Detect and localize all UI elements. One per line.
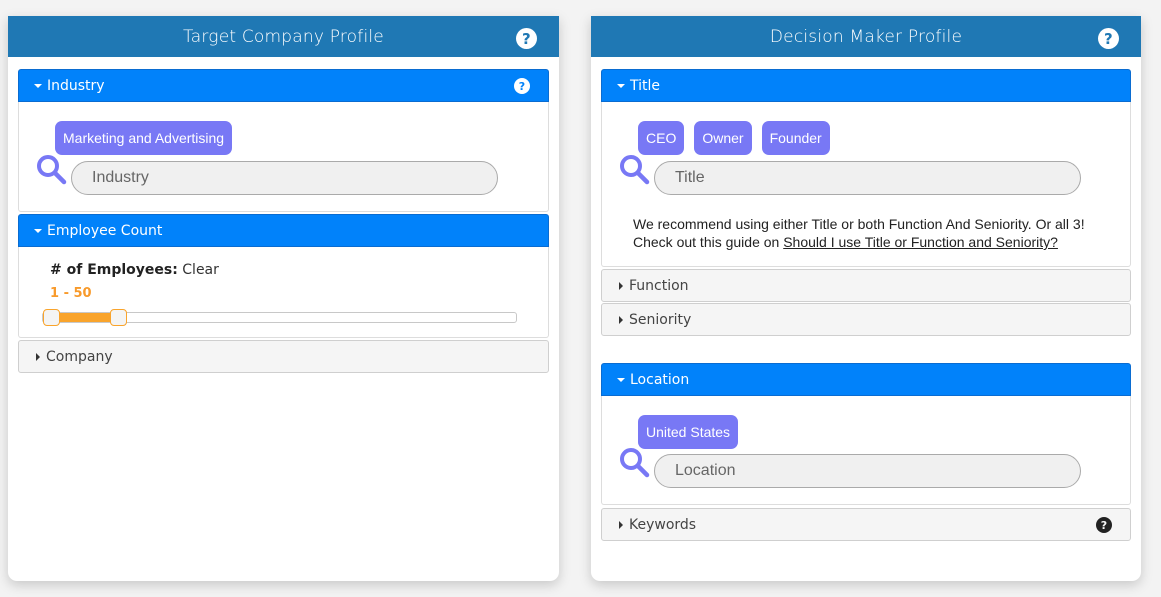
section-label: Company xyxy=(46,348,113,365)
industry-chips: Marketing and Advertising xyxy=(55,121,233,155)
section-label: Keywords xyxy=(629,516,697,533)
title-section-toggle[interactable]: Title xyxy=(601,69,1131,102)
caret-down-icon xyxy=(617,377,625,382)
caret-right-icon xyxy=(619,315,623,324)
hint-line: Check out this guide on Should I use Tit… xyxy=(633,233,1085,251)
section-label: Function xyxy=(629,277,689,294)
company-section-toggle[interactable]: Company xyxy=(18,340,549,373)
caret-right-icon xyxy=(619,520,623,529)
target-company-profile-card: Target Company Profile ? Industry ? Mark… xyxy=(8,16,559,581)
section-label: Employee Count xyxy=(47,222,163,239)
question-circle-icon[interactable]: ? xyxy=(516,28,537,49)
employee-count-section: Employee Count # of Employees: Clear 1 -… xyxy=(18,214,549,338)
keywords-section: Keywords ? xyxy=(601,508,1131,541)
section-label: Industry xyxy=(47,77,105,94)
slider-fill xyxy=(51,313,118,322)
caret-down-icon xyxy=(34,228,42,233)
employee-range-slider[interactable] xyxy=(42,309,517,326)
function-section-toggle[interactable]: Function xyxy=(601,269,1131,302)
question-circle-icon[interactable]: ? xyxy=(514,78,530,94)
location-chips: United States xyxy=(638,415,739,449)
card-header: Decision Maker Profile ? xyxy=(591,16,1141,57)
decision-maker-profile-card: Decision Maker Profile ? Title CEO Owner… xyxy=(591,16,1141,581)
title-section-body: CEO Owner Founder We recommend using eit… xyxy=(601,102,1131,267)
employee-count-label: # of Employees: Clear xyxy=(50,262,219,278)
section-label: Seniority xyxy=(629,311,692,328)
card-title: Target Company Profile xyxy=(183,26,384,47)
question-circle-icon[interactable]: ? xyxy=(1096,517,1112,533)
employee-count-section-body: # of Employees: Clear 1 - 50 xyxy=(18,247,549,338)
employee-count-section-toggle[interactable]: Employee Count xyxy=(18,214,549,247)
industry-search-input[interactable] xyxy=(71,161,498,195)
caret-right-icon xyxy=(619,281,623,290)
seniority-section: Seniority xyxy=(601,303,1131,336)
title-chip[interactable]: CEO xyxy=(638,121,685,155)
caret-down-icon xyxy=(617,83,625,88)
industry-chip[interactable]: Marketing and Advertising xyxy=(55,121,233,155)
location-section-body: United States xyxy=(601,396,1131,505)
card-title: Decision Maker Profile xyxy=(769,26,963,47)
card-header: Target Company Profile ? xyxy=(8,16,559,57)
caret-right-icon xyxy=(36,352,40,361)
industry-section-toggle[interactable]: Industry ? xyxy=(18,69,549,102)
seniority-section-toggle[interactable]: Seniority xyxy=(601,303,1131,336)
slider-max-handle[interactable] xyxy=(109,309,127,326)
title-search-input[interactable] xyxy=(654,161,1081,195)
location-section: Location United States xyxy=(601,363,1131,505)
employee-range-value: 1 - 50 xyxy=(50,286,92,301)
industry-section-body: Marketing and Advertising xyxy=(18,102,549,212)
location-chip[interactable]: United States xyxy=(638,415,739,449)
title-section: Title CEO Owner Founder We recommend usi… xyxy=(601,69,1131,267)
slider-min-handle[interactable] xyxy=(43,309,61,326)
location-section-toggle[interactable]: Location xyxy=(601,363,1131,396)
hint-line: We recommend using either Title or both … xyxy=(633,216,1085,232)
clear-link[interactable]: Clear xyxy=(182,262,219,278)
industry-section: Industry ? Marketing and Advertising xyxy=(18,69,549,212)
search-icon xyxy=(620,448,650,478)
employee-field-label: # of Employees: xyxy=(50,262,178,278)
question-circle-icon[interactable]: ? xyxy=(1098,28,1119,49)
title-chip[interactable]: Founder xyxy=(761,121,830,155)
section-label: Title xyxy=(630,77,661,94)
search-icon xyxy=(37,155,67,185)
keywords-section-toggle[interactable]: Keywords ? xyxy=(601,508,1131,541)
guide-link[interactable]: Should I use Title or Function and Senio… xyxy=(783,234,1058,250)
hint-prefix: Check out this guide on xyxy=(633,234,784,250)
title-hint: We recommend using either Title or both … xyxy=(633,215,1085,251)
title-chips: CEO Owner Founder xyxy=(638,121,830,155)
caret-down-icon xyxy=(34,83,42,88)
company-section: Company xyxy=(18,340,549,373)
search-icon xyxy=(620,155,650,185)
location-search-input[interactable] xyxy=(654,454,1081,488)
title-chip[interactable]: Owner xyxy=(694,121,752,155)
function-section: Function xyxy=(601,269,1131,302)
section-label: Location xyxy=(630,371,690,388)
